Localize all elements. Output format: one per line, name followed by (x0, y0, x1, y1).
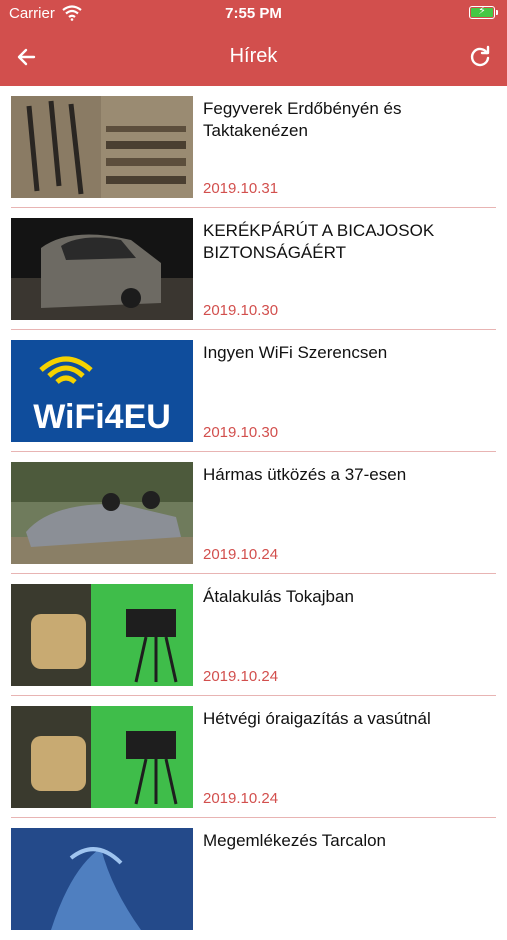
page-title: Hírek (229, 45, 278, 67)
news-item[interactable]: Fegyverek Erdőbényén és Taktakenézen 201… (0, 86, 507, 208)
news-date: 2019.10.30 (203, 302, 279, 319)
news-thumbnail-overturned-car (11, 462, 193, 564)
news-title: KERÉKPÁRÚT A BICAJOSOK BIZTONSÁGÁÉRT (203, 221, 435, 262)
news-title: Ingyen WiFi Szerencsen (203, 343, 388, 362)
refresh-icon (470, 45, 490, 67)
news-title: Átalakulás Tokajban (203, 587, 354, 606)
news-thumbnail-weapons (11, 96, 193, 198)
news-thumbnail-studio (11, 706, 193, 808)
navigation-bar: Hírek (0, 28, 507, 86)
news-thumbnail-studio (11, 584, 193, 686)
news-item[interactable]: KERÉKPÁRÚT A BICAJOSOK BIZTONSÁGÁÉRT 201… (0, 208, 507, 330)
news-title: Megemlékezés Tarcalon (203, 831, 386, 850)
news-date: 2019.10.30 (203, 424, 279, 441)
refresh-button[interactable] (467, 44, 493, 70)
news-date: 2019.10.24 (203, 546, 279, 563)
news-item[interactable]: Hétvégi óraigazítás a vasútnál 2019.10.2… (0, 696, 507, 818)
news-title: Fegyverek Erdőbényén és Taktakenézen (203, 99, 402, 140)
news-date: 2019.10.24 (203, 668, 279, 685)
news-item[interactable]: Hármas ütközés a 37-esen 2019.10.24 (0, 452, 507, 574)
battery-icon: ⚡ (469, 5, 498, 19)
news-thumbnail-wifi4eu: WiFi4EU (11, 340, 193, 442)
status-time: 7:55 PM (225, 5, 282, 22)
news-date: 2019.10.24 (203, 790, 279, 807)
news-thumbnail-sculpture (11, 828, 193, 930)
news-item[interactable]: Megemlékezés Tarcalon (0, 818, 507, 940)
news-item[interactable]: Átalakulás Tokajban 2019.10.24 (0, 574, 507, 696)
news-title: Hétvégi óraigazítás a vasútnál (203, 709, 431, 728)
news-list: Fegyverek Erdőbényén és Taktakenézen 201… (0, 86, 507, 940)
status-bar: Carrier 7:55 PM ⚡ (0, 0, 507, 28)
news-item[interactable]: WiFi4EU Ingyen WiFi Szerencsen 2019.10.3… (0, 330, 507, 452)
wifi4eu-logo-text: WiFi4EU (33, 398, 171, 436)
news-title: Hármas ütközés a 37-esen (203, 465, 407, 484)
news-thumbnail-crashed-car (11, 218, 193, 320)
news-date: 2019.10.31 (203, 180, 279, 197)
